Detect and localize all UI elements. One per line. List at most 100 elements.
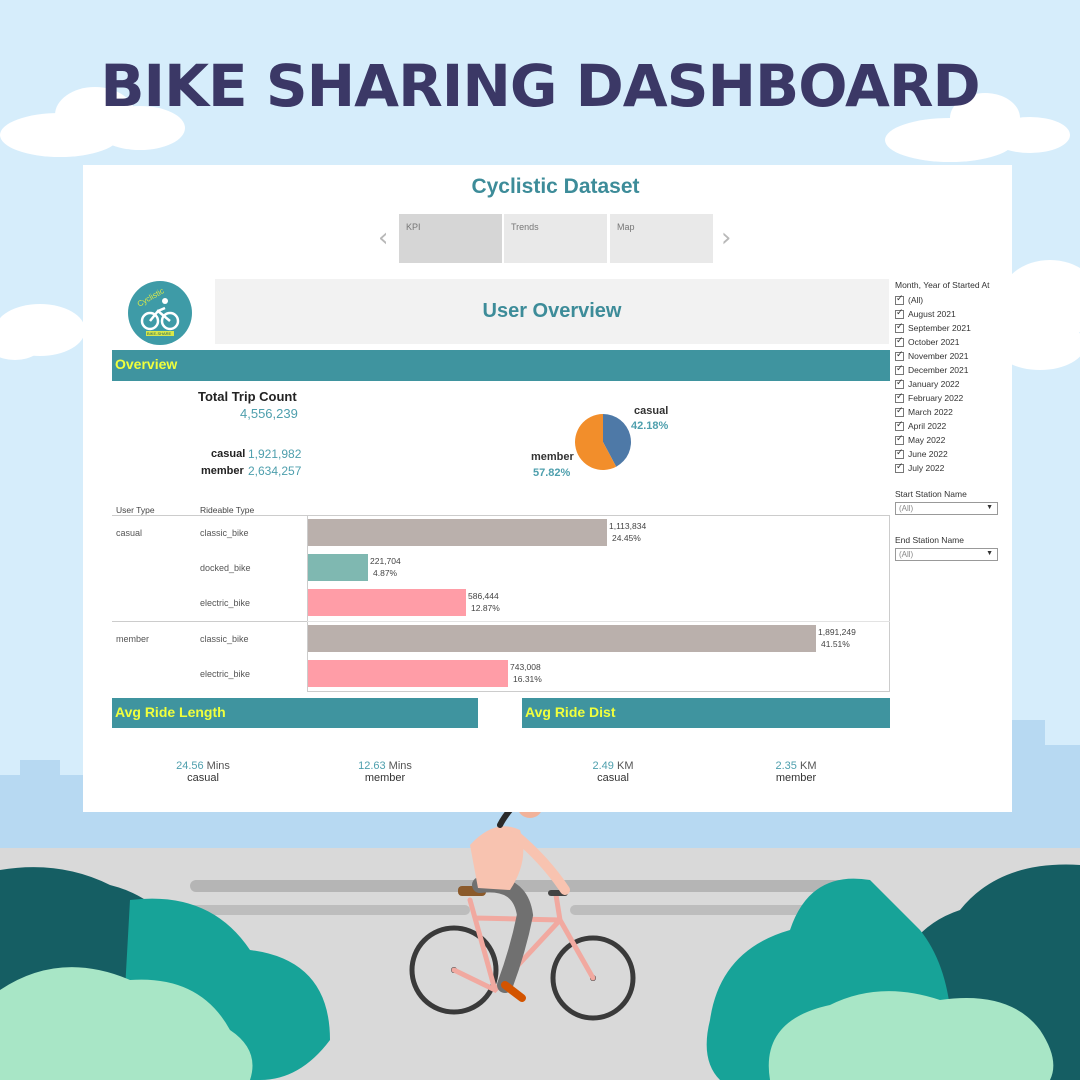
checkbox-checked-icon[interactable]	[895, 462, 904, 473]
metric-value: 2.35	[775, 760, 797, 772]
checkbox-checked-icon[interactable]	[895, 294, 904, 305]
month-checkbox-list: (All) August 2021 September 2021 October 20…	[895, 293, 1005, 475]
checkbox-checked-icon[interactable]	[895, 322, 904, 333]
user-type-pie-chart	[575, 414, 631, 470]
rideable-type-cell: docked_bike	[200, 563, 251, 573]
tab-label: Trends	[511, 222, 539, 232]
tab-map[interactable]: Map	[610, 214, 713, 263]
bar-value-label: 586,444	[468, 591, 499, 601]
end-station-dropdown[interactable]: (All) ▼	[895, 548, 998, 561]
tab-label: Map	[617, 222, 635, 232]
col-header-user-type: User Type	[116, 505, 155, 515]
month-option-label: December 2021	[908, 365, 969, 375]
metric-caption: casual	[597, 772, 629, 784]
chevron-down-icon: ▼	[986, 550, 993, 557]
metric-value: 12.63	[358, 760, 386, 772]
pie-member-label: member	[531, 451, 574, 463]
month-option[interactable]: February 2022	[895, 391, 1005, 405]
avg-length-member: 12.63 Mins member	[335, 760, 435, 784]
metric-unit: KM	[616, 760, 634, 772]
avg-dist-member: 2.35 KM member	[746, 760, 846, 784]
next-arrow-icon[interactable]: ›	[721, 223, 731, 253]
checkbox-checked-icon[interactable]	[895, 378, 904, 389]
checkbox-checked-icon[interactable]	[895, 434, 904, 445]
overview-section-header: Overview	[112, 350, 890, 381]
checkbox-checked-icon[interactable]	[895, 350, 904, 361]
month-option-label: (All)	[908, 295, 924, 305]
month-option[interactable]: January 2022	[895, 377, 1005, 391]
end-station-label: End Station Name	[895, 535, 964, 545]
user-overview-header: User Overview	[215, 279, 889, 344]
member-count-label: member	[201, 465, 244, 477]
month-option[interactable]: December 2021	[895, 363, 1005, 377]
month-option-label: March 2022	[908, 407, 953, 417]
month-option[interactable]: March 2022	[895, 405, 1005, 419]
month-option[interactable]: August 2021	[895, 307, 1005, 321]
group-divider	[307, 621, 890, 622]
month-option[interactable]: November 2021	[895, 349, 1005, 363]
dropdown-value: (All)	[899, 550, 914, 559]
month-option[interactable]: April 2022	[895, 419, 1005, 433]
cyclistic-logo: Cyclistic BIKE-SHARE	[128, 281, 192, 345]
metric-value: 24.56	[176, 760, 204, 772]
month-option[interactable]: September 2021	[895, 321, 1005, 335]
bar-value-label: 1,113,834	[609, 521, 647, 531]
checkbox-checked-icon[interactable]	[895, 308, 904, 319]
tab-label: KPI	[406, 222, 421, 232]
month-option-label: November 2021	[908, 351, 969, 361]
pie-casual-pct: 42.18%	[631, 420, 669, 432]
checkbox-checked-icon[interactable]	[895, 392, 904, 403]
checkbox-checked-icon[interactable]	[895, 364, 904, 375]
user-type-cell: member	[116, 634, 150, 644]
bar-casual-classic_bike[interactable]	[308, 519, 607, 546]
group-divider	[112, 621, 307, 622]
month-option[interactable]: June 2022	[895, 447, 1005, 461]
bar-value-label: 743,008	[510, 662, 541, 672]
prev-arrow-icon[interactable]: ‹	[378, 223, 388, 253]
bar-member-classic_bike[interactable]	[308, 625, 816, 652]
metric-caption: casual	[187, 772, 219, 784]
checkbox-checked-icon[interactable]	[895, 448, 904, 459]
bar-row-electric_bike[interactable]	[308, 660, 508, 687]
metric-unit: Mins	[388, 760, 412, 772]
user-type-cell: casual	[116, 528, 143, 538]
month-option[interactable]: (All)	[895, 293, 1005, 307]
month-option-label: October 2021	[908, 337, 960, 347]
dropdown-value: (All)	[899, 504, 914, 513]
metric-caption: member	[775, 772, 817, 784]
rideable-type-cell: classic_bike	[200, 528, 249, 538]
tab-kpi[interactable]: KPI	[399, 214, 502, 263]
bar-row-docked_bike[interactable]	[308, 554, 368, 581]
tab-trends[interactable]: Trends	[504, 214, 607, 263]
start-station-label: Start Station Name	[895, 489, 967, 499]
rideable-type-cell: classic_bike	[200, 634, 249, 644]
member-count-value: 2,634,257	[248, 464, 302, 478]
start-station-dropdown[interactable]: (All) ▼	[895, 502, 998, 515]
checkbox-checked-icon[interactable]	[895, 336, 904, 347]
bar-value-label: 221,704	[370, 556, 401, 566]
bar-row-electric_bike[interactable]	[308, 589, 466, 616]
pie-casual-label: casual	[634, 405, 669, 417]
checkbox-checked-icon[interactable]	[895, 420, 904, 431]
avg-ride-length-header: Avg Ride Length	[112, 698, 478, 728]
month-option[interactable]: October 2021	[895, 335, 1005, 349]
total-trip-label: Total Trip Count	[198, 389, 297, 404]
metric-value: 2.49	[592, 760, 614, 772]
metric-caption: member	[364, 772, 406, 784]
month-option-label: February 2022	[908, 393, 964, 403]
checkbox-checked-icon[interactable]	[895, 406, 904, 417]
rideable-type-cell: electric_bike	[200, 598, 251, 608]
dashboard-panel: Cyclistic Dataset ‹ KPI Trends Map › Cyc…	[83, 165, 1012, 812]
avg-ride-dist-header: Avg Ride Dist	[522, 698, 890, 728]
casual-count-value: 1,921,982	[248, 447, 302, 461]
bar-pct-label: 24.45%	[612, 533, 641, 543]
month-option[interactable]: May 2022	[895, 433, 1005, 447]
logo-subtext: BIKE-SHARE	[147, 331, 172, 336]
month-option-label: August 2021	[908, 309, 956, 319]
month-option-label: January 2022	[908, 379, 960, 389]
month-option[interactable]: July 2022	[895, 461, 1005, 475]
rideable-type-cell: electric_bike	[200, 669, 251, 679]
metric-unit: Mins	[206, 760, 230, 772]
avg-length-casual: 24.56 Mins casual	[153, 760, 253, 784]
bar-pct-label: 41.51%	[821, 639, 850, 649]
